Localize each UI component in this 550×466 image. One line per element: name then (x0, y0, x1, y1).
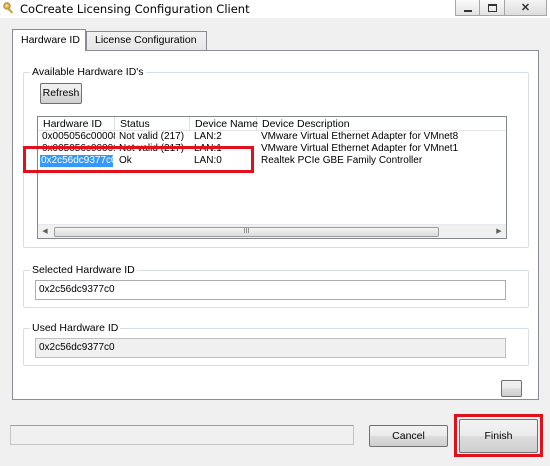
refresh-button[interactable]: Refresh (40, 83, 82, 104)
scroll-left-icon[interactable]: ◀ (38, 225, 52, 238)
used-hardware-label: Used Hardware ID (30, 322, 121, 334)
close-button[interactable]: ✕ (505, 0, 547, 16)
minimize-icon (463, 9, 472, 12)
title-bar[interactable]: CoCreate Licensing Configuration Client … (0, 0, 550, 18)
hardware-id-list[interactable]: Hardware ID Status Device Name Device De… (37, 116, 507, 239)
list-header: Hardware ID Status Device Name Device De… (38, 117, 506, 131)
scroll-right-icon[interactable]: ▶ (492, 225, 506, 238)
row-highlight-annotation (23, 146, 254, 173)
selected-hardware-id-field[interactable]: 0x2c56dc9377c0 (35, 280, 506, 300)
cell-device-description: VMware Virtual Ethernet Adapter for VMne… (261, 131, 459, 142)
column-header-device-name[interactable]: Device Name (190, 117, 258, 131)
tab-license-configuration[interactable]: License Configuration (86, 31, 207, 50)
cancel-button[interactable]: Cancel (369, 425, 448, 447)
maximize-icon (487, 3, 497, 12)
close-icon: ✕ (520, 2, 531, 14)
caption-buttons: ✕ (455, 0, 547, 16)
cell-device-name: LAN:2 (194, 131, 222, 142)
column-header-status[interactable]: Status (115, 117, 190, 131)
column-header-hardware-id[interactable]: Hardware ID (38, 117, 115, 131)
scroll-thumb[interactable]: III (54, 227, 439, 237)
tab-hardware-id[interactable]: Hardware ID (12, 29, 86, 51)
column-header-device-description[interactable]: Device Description (257, 117, 506, 131)
selected-hardware-label: Selected Hardware ID (30, 264, 137, 276)
minimize-button[interactable] (455, 0, 480, 16)
cell-hardware-id: 0x005056c00008 (42, 131, 115, 142)
window-title: CoCreate Licensing Configuration Client (20, 2, 250, 16)
key-icon (3, 2, 16, 15)
maximize-button[interactable] (480, 0, 505, 16)
cell-device-description: Realtek PCIe GBE Family Controller (261, 155, 423, 166)
cell-device-description: VMware Virtual Ethernet Adapter for VMne… (261, 143, 459, 154)
table-row[interactable]: 0x005056c00008 Not valid (217) LAN:2 VMw… (38, 131, 506, 143)
horizontal-scrollbar[interactable]: ◀ III ▶ (38, 224, 506, 238)
small-unlabeled-button[interactable] (501, 380, 522, 397)
cell-status: Not valid (217) (119, 131, 185, 142)
status-field (10, 425, 354, 445)
app-window: CoCreate Licensing Configuration Client … (0, 0, 550, 466)
finish-highlight-annotation (454, 414, 543, 457)
used-hardware-id-field: 0x2c56dc9377c0 (35, 338, 506, 358)
available-hardware-label: Available Hardware ID's (30, 66, 146, 78)
